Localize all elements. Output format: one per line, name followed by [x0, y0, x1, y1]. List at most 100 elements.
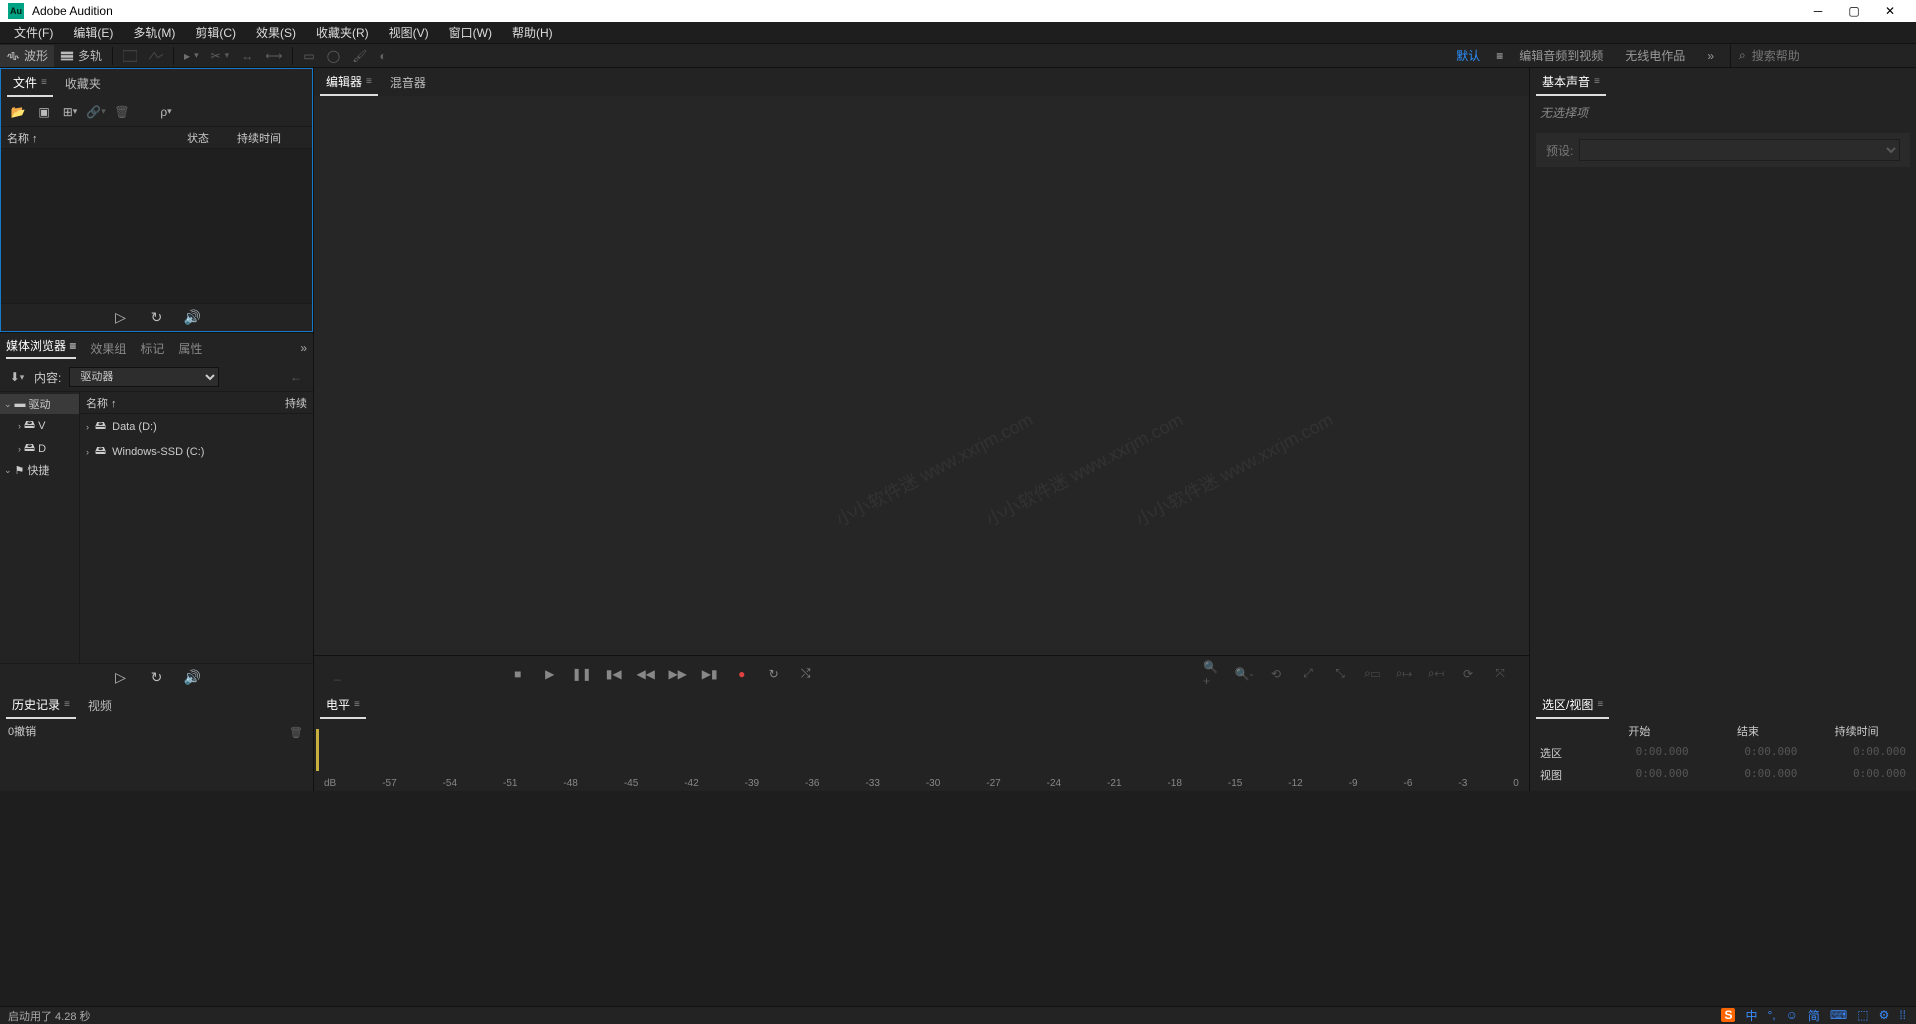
tool-spot-heal[interactable]: ◐	[373, 45, 392, 67]
loop-button[interactable]: ↻	[765, 665, 783, 683]
tool-brush[interactable]: 🖌	[346, 45, 373, 67]
menu-edit[interactable]: 编辑(E)	[63, 22, 123, 43]
nav-back-icon[interactable]: ←	[287, 368, 305, 386]
tab-video[interactable]: 视频	[82, 693, 118, 718]
menu-help[interactable]: 帮助(H)	[502, 22, 563, 43]
media-autoplay-icon[interactable]: 🔊	[184, 669, 202, 687]
tab-selection-view[interactable]: 选区/视图 ≡	[1536, 692, 1609, 719]
menu-effects[interactable]: 效果(S)	[246, 22, 306, 43]
autoplay-icon[interactable]: 🔊	[184, 309, 202, 327]
tab-media-browser[interactable]: 媒体浏览器 ≡	[6, 337, 76, 359]
skip-selection-button[interactable]: ⤭	[797, 665, 815, 683]
tool-marquee[interactable]: ▭	[297, 45, 320, 67]
workspace-edit-to-video[interactable]: 编辑音频到视频	[1513, 45, 1609, 66]
media-col-name[interactable]: 名称 ↑	[86, 395, 285, 411]
workspace-more[interactable]: »	[1701, 47, 1720, 65]
search-help-input[interactable]	[1752, 49, 1892, 63]
editor-body[interactable]: 小小软件迷 www.xxrjm.com 小小软件迷 www.xxrjm.com …	[314, 96, 1529, 655]
menu-clip[interactable]: 剪辑(C)	[185, 22, 246, 43]
zoom-out-vert-icon[interactable]: ⤡	[1331, 665, 1349, 683]
menu-file[interactable]: 文件(F)	[4, 22, 63, 43]
media-play-icon[interactable]: ▷	[112, 669, 130, 687]
zoom-out-icon[interactable]: 🔍-	[1235, 665, 1253, 683]
pause-button[interactable]: ❚❚	[573, 665, 591, 683]
view-dur[interactable]: 0:00.000	[1807, 767, 1906, 783]
play-preview-icon[interactable]: ▷	[112, 309, 130, 327]
sel-start[interactable]: 0:00.000	[1590, 745, 1689, 761]
rewind-button[interactable]: ◀◀	[637, 665, 655, 683]
new-file-icon[interactable]: ⊞▾	[61, 103, 79, 121]
media-col-duration[interactable]: 持续	[285, 395, 307, 411]
sel-dur[interactable]: 0:00.000	[1807, 745, 1906, 761]
media-loop-icon[interactable]: ↻	[148, 669, 166, 687]
tool-slip[interactable]: ↔	[235, 45, 259, 67]
col-name[interactable]: 名称 ↑	[7, 130, 187, 146]
sel-end[interactable]: 0:00.000	[1699, 745, 1798, 761]
filter-icon[interactable]: ρ▾	[157, 103, 175, 121]
workspace-default-menu[interactable]: ≡	[1496, 49, 1503, 63]
tab-editor[interactable]: 编辑器 ≡	[320, 69, 378, 96]
workspace-default[interactable]: 默认	[1450, 45, 1486, 66]
menu-view[interactable]: 视图(V)	[379, 22, 439, 43]
content-select[interactable]: 驱动器	[69, 367, 219, 387]
next-button[interactable]: ▶▮	[701, 665, 719, 683]
ime-settings[interactable]: ⚙	[1879, 1008, 1890, 1022]
tool-lasso[interactable]: ◯	[321, 45, 346, 67]
tool-spectral-frequency[interactable]	[117, 45, 143, 67]
tree-volume-d[interactable]: ›🖴 D	[0, 437, 79, 460]
delete-icon[interactable]: 🗑	[113, 103, 131, 121]
tab-favorites[interactable]: 收藏夹	[59, 71, 107, 96]
tree-volume-v[interactable]: ›🖴 V	[0, 414, 79, 437]
tabs-overflow[interactable]: »	[300, 341, 307, 355]
play-button[interactable]: ▶	[541, 665, 559, 683]
tree-shortcuts[interactable]: ⌄⚑ 快捷	[0, 460, 79, 480]
tab-mixer[interactable]: 混音器	[384, 70, 432, 95]
tool-razor[interactable]: ✂▾	[205, 45, 236, 67]
ime-menu[interactable]: ⁞⁞	[1899, 1008, 1906, 1022]
tab-markers[interactable]: 标记	[140, 340, 164, 357]
tool-time-selection[interactable]: ⟷	[259, 45, 288, 67]
sogou-icon[interactable]: S	[1721, 1008, 1735, 1022]
workspace-radio[interactable]: 无线电作品	[1619, 45, 1691, 66]
tab-level[interactable]: 电平 ≡	[320, 692, 366, 719]
level-meter[interactable]: dB-57-54-51-48-45-42-39-36-33-30-27-24-2…	[314, 719, 1529, 791]
ime-softkey[interactable]: ⬚	[1857, 1008, 1868, 1022]
tab-effects-group[interactable]: 效果组	[90, 340, 126, 357]
ime-punctuation[interactable]: °,	[1767, 1008, 1775, 1022]
tab-file-menu[interactable]: ≡	[41, 77, 47, 88]
maximize-button[interactable]: ▢	[1836, 0, 1872, 22]
menu-window[interactable]: 窗口(W)	[439, 22, 502, 43]
tab-essential-sound[interactable]: 基本声音 ≡	[1536, 69, 1606, 96]
tool-spectral-pitch[interactable]	[143, 45, 169, 67]
tab-history[interactable]: 历史记录 ≡	[6, 692, 76, 719]
tree-drives[interactable]: ⌄▬ 驱动	[0, 394, 79, 414]
menu-favorites[interactable]: 收藏夹(R)	[306, 22, 379, 43]
ime-keyboard[interactable]: ⌨	[1830, 1008, 1847, 1022]
view-multitrack-button[interactable]: 多轨	[54, 45, 108, 67]
zoom-reset-icon[interactable]: ⟲	[1267, 665, 1285, 683]
minimize-button[interactable]: ─	[1800, 0, 1836, 22]
zoom-in-vert-icon[interactable]: ⤢	[1299, 665, 1317, 683]
drive-row-windows[interactable]: ›🖴 Windows-SSD (C:)	[80, 439, 313, 464]
record-button[interactable]: ●	[733, 665, 751, 683]
link-media-icon[interactable]: 🔗▾	[87, 103, 105, 121]
import-to-panel-icon[interactable]: ⬇▾	[8, 368, 26, 386]
view-end[interactable]: 0:00.000	[1699, 767, 1798, 783]
menu-multitrack[interactable]: 多轨(M)	[123, 22, 185, 43]
stop-button[interactable]: ■	[509, 665, 527, 683]
view-start[interactable]: 0:00.000	[1590, 767, 1689, 783]
forward-button[interactable]: ▶▶	[669, 665, 687, 683]
preset-select[interactable]	[1579, 139, 1900, 161]
ime-language[interactable]: 中	[1745, 1007, 1757, 1024]
zoom-out-point-icon[interactable]: ⌕↤	[1427, 665, 1445, 683]
tab-file[interactable]: 文件 ≡	[7, 70, 53, 97]
import-file-icon[interactable]: ▣	[35, 103, 53, 121]
tool-move[interactable]: ▸▾	[178, 45, 205, 67]
zoom-in-point-icon[interactable]: ⌕↦	[1395, 665, 1413, 683]
zoom-in-icon[interactable]: 🔍+	[1203, 665, 1221, 683]
ime-simplified[interactable]: 简	[1808, 1007, 1820, 1024]
col-status[interactable]: 状态	[187, 130, 237, 146]
zoom-all-icon[interactable]: ⤧	[1491, 665, 1509, 683]
prev-button[interactable]: ▮◀	[605, 665, 623, 683]
ime-emoji[interactable]: ☺	[1786, 1008, 1798, 1022]
